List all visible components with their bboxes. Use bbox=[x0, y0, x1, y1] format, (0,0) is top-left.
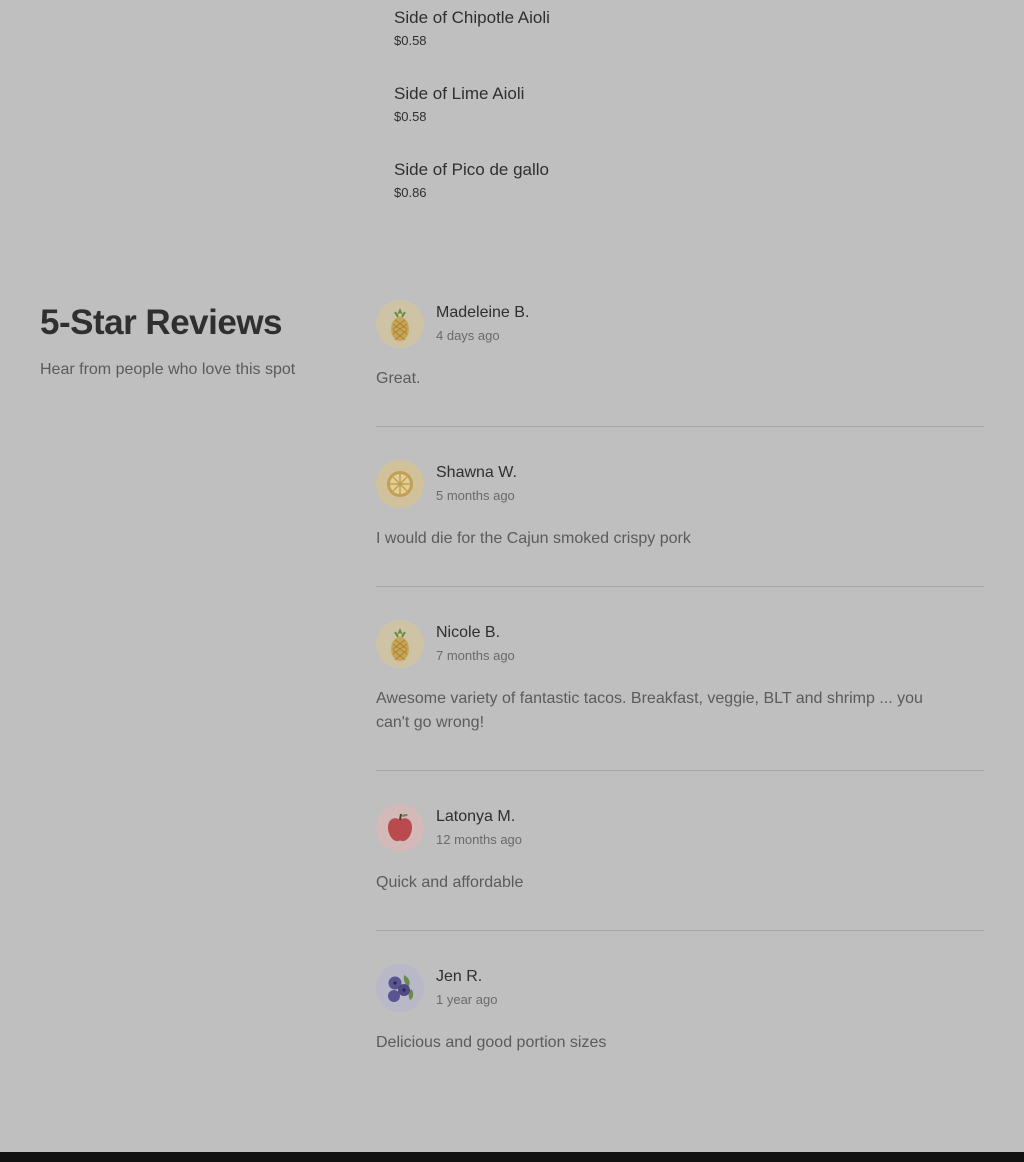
menu-item-list: Side of Chipotle Aioli $0.58 Side of Lim… bbox=[394, 0, 994, 228]
review-time: 4 days ago bbox=[436, 328, 500, 343]
review-time: 1 year ago bbox=[436, 992, 498, 1007]
avatar bbox=[376, 620, 424, 668]
reviewer-name: Shawna W. bbox=[436, 464, 517, 481]
review-item: Jen R. 1 year ago Delicious and good por… bbox=[376, 964, 984, 1090]
menu-item-price: $0.58 bbox=[394, 109, 427, 124]
menu-item[interactable]: Side of Lime Aioli $0.58 bbox=[394, 76, 994, 152]
menu-item-name: Side of Lime Aioli bbox=[394, 84, 525, 103]
review-item: Shawna W. 5 months ago I would die for t… bbox=[376, 460, 984, 587]
review-header: Madeleine B. 4 days ago bbox=[376, 300, 984, 348]
blueberry-icon bbox=[388, 975, 414, 1002]
review-text: Delicious and good portion sizes bbox=[376, 1034, 607, 1051]
review-time: 12 months ago bbox=[436, 832, 523, 847]
review-text: I would die for the Cajun smoked crispy … bbox=[376, 530, 691, 547]
reviewer-name: Latonya M. bbox=[436, 808, 516, 825]
review-item: Nicole B. 7 months ago Awesome variety o… bbox=[376, 620, 984, 771]
page: Side of Chipotle Aioli $0.58 Side of Lim… bbox=[0, 0, 1024, 1162]
menu-item[interactable]: Side of Pico de gallo $0.86 bbox=[394, 152, 994, 228]
review-header: Jen R. 1 year ago bbox=[376, 964, 984, 1012]
review-header: Latonya M. 12 months ago bbox=[376, 804, 984, 852]
menu-item-price: $0.58 bbox=[394, 33, 427, 48]
avatar bbox=[376, 460, 424, 508]
review-text: Quick and affordable bbox=[376, 874, 524, 891]
reviewer-name: Nicole B. bbox=[436, 624, 501, 641]
apple-icon bbox=[388, 813, 412, 842]
footer-bar bbox=[0, 1152, 1024, 1162]
review-header: Nicole B. 7 months ago bbox=[376, 620, 984, 668]
review-item: Madeleine B. 4 days ago Great. bbox=[376, 300, 984, 427]
pineapple-icon bbox=[391, 628, 409, 661]
avatar bbox=[376, 300, 424, 348]
menu-item-price: $0.86 bbox=[394, 185, 427, 200]
reviews-header: 5-Star Reviews Hear from people who love… bbox=[40, 302, 340, 380]
menu-item[interactable]: Side of Chipotle Aioli $0.58 bbox=[394, 0, 994, 76]
review-item: Latonya M. 12 months ago Quick and affor… bbox=[376, 804, 984, 931]
review-text: Great. bbox=[376, 370, 421, 387]
review-text: Awesome variety of fantastic tacos. Brea… bbox=[376, 690, 923, 731]
pineapple-icon bbox=[391, 308, 409, 341]
avatar bbox=[376, 964, 424, 1012]
review-list: Madeleine B. 4 days ago Great. Shawna W.… bbox=[376, 300, 984, 1123]
avatar bbox=[376, 804, 424, 852]
review-header: Shawna W. 5 months ago bbox=[376, 460, 984, 508]
lemon-slice-icon bbox=[387, 471, 413, 497]
reviewer-name: Jen R. bbox=[436, 968, 483, 985]
menu-item-name: Side of Chipotle Aioli bbox=[394, 8, 550, 27]
menu-item-name: Side of Pico de gallo bbox=[394, 160, 549, 179]
review-time: 5 months ago bbox=[436, 488, 515, 503]
review-time: 7 months ago bbox=[436, 648, 515, 663]
reviews-subtitle: Hear from people who love this spot bbox=[40, 361, 296, 378]
reviews-title: 5-Star Reviews bbox=[40, 303, 283, 342]
reviewer-name: Madeleine B. bbox=[436, 304, 530, 321]
